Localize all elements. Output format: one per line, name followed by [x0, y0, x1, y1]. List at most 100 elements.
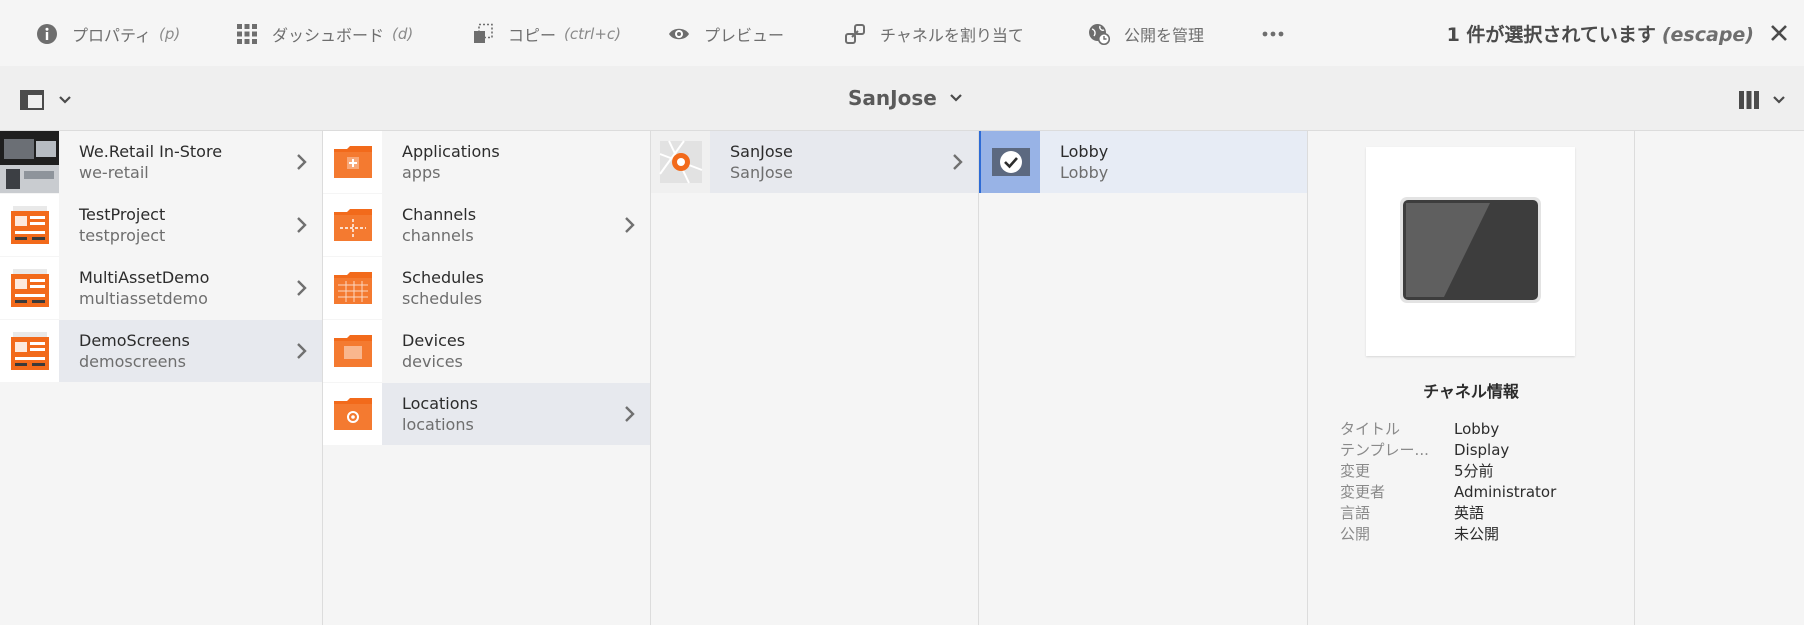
metadata-row: テンプレー... Display — [1340, 440, 1556, 461]
chevron-right-icon — [297, 280, 307, 296]
item-name: demoscreens — [79, 352, 186, 371]
item-title: Applications — [402, 142, 500, 161]
metadata-list: タイトル Lobby テンプレー... Display 変更 5分前 変更者 Admin… — [1340, 419, 1556, 545]
dashboard-button[interactable]: ダッシュボード (d) — [236, 18, 413, 50]
location-thumbnail — [651, 131, 710, 193]
manage-publication-button[interactable]: 公開を管理 — [1088, 18, 1204, 50]
item-name: schedules — [402, 289, 483, 308]
column-locations: SanJose SanJose — [651, 131, 979, 625]
item-name: devices — [402, 352, 463, 371]
list-item[interactable]: We.Retail In-Store we-retail — [0, 131, 322, 193]
dashboard-shortcut: (d) — [392, 25, 414, 43]
rail-toggle-button[interactable] — [20, 90, 72, 110]
item-name: multiassetdemo — [79, 289, 208, 308]
item-title: Lobby — [1060, 142, 1109, 161]
metadata-value: Administrator — [1454, 483, 1557, 501]
list-item[interactable]: DemoScreens demoscreens — [0, 320, 322, 382]
properties-button[interactable]: プロパティ (p) — [36, 18, 180, 50]
column-project-folders: Applications apps Channels channels Schedu… — [323, 131, 651, 625]
list-item[interactable]: Locations locations — [323, 383, 650, 445]
selection-checkbox[interactable] — [981, 131, 1040, 193]
folder-icon — [323, 320, 382, 382]
item-title: MultiAssetDemo — [79, 268, 210, 287]
location-title: SanJose — [848, 86, 937, 110]
list-item[interactable]: Applications apps — [323, 131, 650, 193]
item-title: DemoScreens — [79, 331, 190, 350]
metadata-key: 変更者 — [1340, 483, 1386, 501]
title-bar: SanJose — [0, 66, 1804, 131]
list-item[interactable]: Lobby Lobby — [979, 131, 1307, 193]
metadata-row: 変更者 Administrator — [1340, 482, 1556, 503]
link-icon — [845, 24, 865, 44]
copy-button[interactable]: コピー (ctrl+c) — [472, 18, 621, 50]
list-item[interactable]: MultiAssetDemo multiassetdemo — [0, 257, 322, 319]
item-title: Devices — [402, 331, 466, 350]
action-bar: プロパティ (p) ダッシュボード (d) コピー (ctrl+c) プレビュー… — [0, 0, 1804, 67]
checkmark-icon — [991, 148, 1030, 176]
list-item[interactable]: Devices devices — [323, 320, 650, 382]
metadata-key: 言語 — [1340, 504, 1371, 522]
list-item[interactable]: Schedules schedules — [323, 257, 650, 319]
chevron-right-icon — [625, 406, 635, 422]
metadata-key: タイトル — [1340, 420, 1401, 438]
project-thumbnail — [0, 194, 59, 256]
info-panel: チャネル情報 タイトル Lobby テンプレー... Display 変更 5分前 変… — [1308, 131, 1635, 625]
view-switcher[interactable] — [1738, 90, 1786, 110]
info-title: チャネル情報 — [1423, 382, 1519, 401]
more-actions-button[interactable] — [1262, 18, 1298, 50]
selection-status: 1 件が選択されています (escape) — [1447, 20, 1754, 47]
preview-button[interactable]: プレビュー — [668, 18, 784, 50]
metadata-key: テンプレー... — [1340, 441, 1429, 459]
folder-icon — [323, 194, 382, 256]
chevron-down-icon — [59, 96, 71, 104]
folder-icon — [323, 257, 382, 319]
item-name: testproject — [79, 226, 166, 245]
column-displays: Lobby Lobby — [979, 131, 1308, 625]
info-icon — [37, 24, 57, 44]
preview-label: プレビュー — [704, 26, 785, 45]
chevron-right-icon — [297, 154, 307, 170]
metadata-value: 未公開 — [1454, 525, 1500, 543]
item-name: apps — [402, 163, 441, 182]
list-item[interactable]: SanJose SanJose — [651, 131, 978, 193]
display-preview — [1366, 147, 1575, 356]
display-icon — [1400, 197, 1541, 303]
item-name: locations — [402, 415, 474, 434]
metadata-row: 変更 5分前 — [1340, 461, 1556, 482]
item-name: channels — [402, 226, 474, 245]
chevron-right-icon — [297, 217, 307, 233]
metadata-key: 公開 — [1340, 525, 1371, 543]
chevron-down-icon — [950, 94, 962, 102]
metadata-row: タイトル Lobby — [1340, 419, 1556, 440]
item-name: SanJose — [730, 163, 793, 182]
metadata-value: Lobby — [1454, 420, 1500, 438]
location-title-dropdown[interactable]: SanJose — [848, 86, 963, 110]
folder-icon — [323, 383, 382, 445]
metadata-key: 変更 — [1340, 462, 1371, 480]
copy-shortcut: (ctrl+c) — [564, 25, 621, 43]
item-name: Lobby — [1060, 163, 1109, 182]
item-name: we-retail — [79, 163, 149, 182]
list-item[interactable]: Channels channels — [323, 194, 650, 256]
list-item[interactable]: TestProject testproject — [0, 194, 322, 256]
copy-label: コピー — [508, 26, 557, 45]
close-icon[interactable] — [1770, 24, 1788, 42]
assign-channel-button[interactable]: チャネルを割り当て — [844, 18, 1024, 50]
manage-publication-label: 公開を管理 — [1124, 26, 1205, 45]
globe-clock-icon — [1089, 24, 1110, 45]
item-title: Channels — [402, 205, 477, 224]
project-thumbnail — [0, 320, 59, 382]
item-title: TestProject — [79, 205, 166, 224]
metadata-value: Display — [1454, 441, 1510, 459]
metadata-value: 5分前 — [1454, 462, 1494, 480]
metadata-value: 英語 — [1454, 504, 1485, 522]
chevron-down-icon — [1773, 96, 1785, 104]
selection-shortcut: (escape) — [1661, 24, 1754, 46]
item-title: Schedules — [402, 268, 484, 287]
column-projects: We.Retail In-Store we-retail TestProject t… — [0, 131, 323, 625]
folder-icon — [323, 131, 382, 193]
chevron-right-icon — [953, 154, 963, 170]
metadata-row: 言語 英語 — [1340, 503, 1556, 524]
metadata-row: 公開 未公開 — [1340, 524, 1556, 545]
properties-label: プロパティ — [72, 26, 152, 45]
